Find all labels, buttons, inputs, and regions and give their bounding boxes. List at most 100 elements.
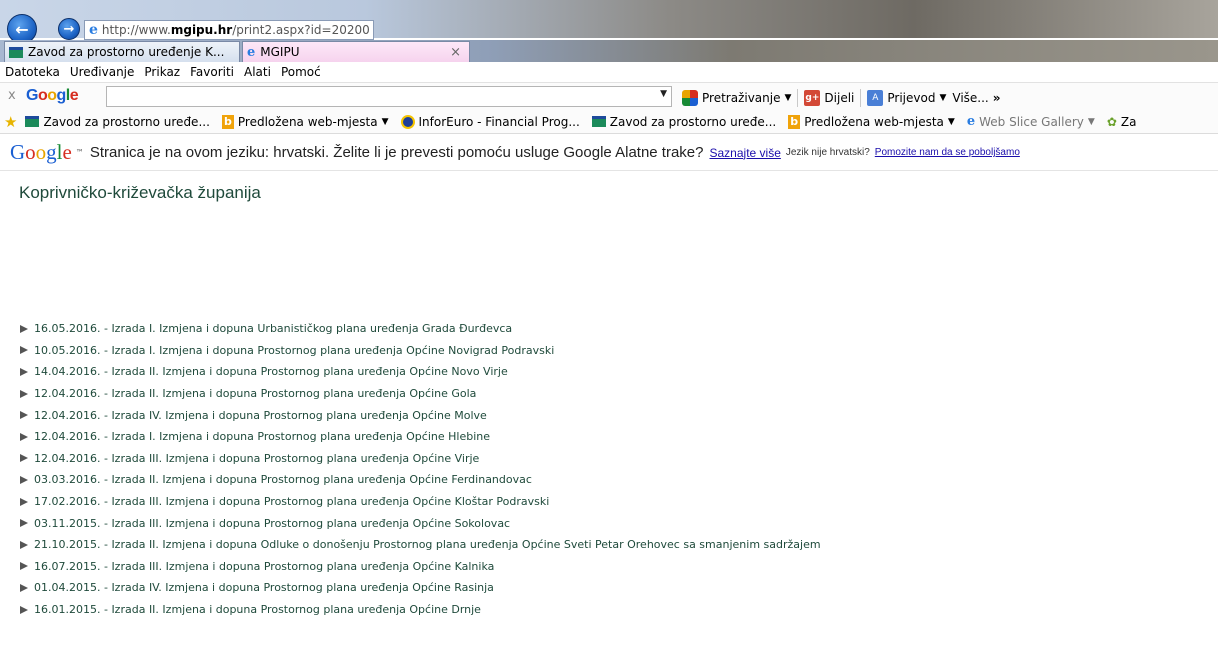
list-item-link[interactable]: 14.04.2016. - Izrada II. Izmjena i dopun…: [34, 365, 508, 378]
addon-icon: ✿: [1106, 114, 1117, 129]
site-favicon-icon: [9, 46, 23, 58]
url-prefix: http://www.: [101, 23, 171, 37]
list-item-link[interactable]: 03.11.2015. - Izrada III. Izmjena i dopu…: [34, 517, 510, 530]
chevron-down-icon[interactable]: ▼: [948, 117, 955, 127]
not-language-text: Jezik nije hrvatski?: [785, 147, 870, 158]
euro-flag-icon: [400, 114, 415, 129]
google-logo: Google: [26, 87, 79, 105]
list-item-link[interactable]: 12.04.2016. - Izrada III. Izmjena i dopu…: [34, 452, 479, 465]
favorites-star-icon[interactable]: ★: [4, 113, 17, 131]
arrow-bullet-icon: [20, 432, 28, 441]
trademark: ™: [75, 148, 84, 157]
arrow-bullet-icon: [20, 605, 28, 614]
list-item-link[interactable]: 21.10.2015. - Izrada II. Izmjena i dopun…: [34, 538, 821, 551]
list-item[interactable]: 14.04.2016. - Izrada II. Izmjena i dopun…: [20, 361, 821, 383]
logo-letter: G: [26, 87, 38, 104]
logo-letter: G: [10, 140, 26, 164]
menu-alati[interactable]: Alati: [244, 65, 271, 79]
share-button[interactable]: Dijeli: [824, 91, 854, 105]
overflow-chevron-icon[interactable]: »: [993, 91, 1001, 105]
list-item[interactable]: 12.04.2016. - Izrada I. Izmjena i dopuna…: [20, 426, 821, 448]
list-item-link[interactable]: 16.05.2016. - Izrada I. Izmjena i dopuna…: [34, 322, 512, 335]
logo-letter: o: [35, 140, 47, 164]
favorite-item[interactable]: Zavod za prostorno uređe...: [591, 115, 776, 129]
site-favicon-icon: [25, 116, 40, 127]
translate-message: Stranica je na ovom jeziku: hrvatski. Že…: [89, 144, 704, 161]
list-item[interactable]: 12.04.2016. - Izrada IV. Izmjena i dopun…: [20, 404, 821, 426]
more-button[interactable]: Više...: [952, 91, 988, 105]
favorite-label: Predložena web-mjesta: [237, 114, 378, 129]
list-item-link[interactable]: 03.03.2016. - Izrada II. Izmjena i dopun…: [34, 473, 532, 486]
menu-bar: Datoteka Uređivanje Prikaz Favoriti Alat…: [0, 62, 1218, 82]
list-item[interactable]: 17.02.2016. - Izrada III. Izmjena i dopu…: [20, 491, 821, 513]
favorite-item[interactable]: InforEuro - Financial Prog...: [400, 114, 580, 129]
list-item[interactable]: 12.04.2016. - Izrada II. Izmjena i dopun…: [20, 383, 821, 405]
favorite-item[interactable]: Zavod za prostorno uređe...: [25, 115, 210, 129]
menu-prikaz[interactable]: Prikaz: [144, 65, 180, 79]
list-item[interactable]: 16.01.2015. - Izrada II. Izmjena i dopun…: [20, 599, 821, 621]
logo-letter: g: [46, 140, 57, 164]
translate-icon: A: [867, 90, 884, 106]
list-item[interactable]: 16.05.2016. - Izrada I. Izmjena i dopuna…: [20, 318, 821, 340]
google-tools: Pretraživanje ▼ g+ Dijeli A Prijevod ▼ V…: [682, 89, 1001, 107]
arrow-bullet-icon: [20, 497, 28, 506]
search-button[interactable]: Pretraživanje: [702, 91, 780, 105]
list-item-link[interactable]: 12.04.2016. - Izrada IV. Izmjena i dopun…: [34, 409, 487, 422]
favorite-item[interactable]: b Predložena web-mjesta ▼: [221, 114, 389, 129]
google-search-input[interactable]: ▼: [106, 86, 672, 107]
bing-icon: b: [788, 114, 801, 129]
chevron-down-icon[interactable]: ▼: [1088, 117, 1095, 127]
list-item-link[interactable]: 16.07.2015. - Izrada III. Izmjena i dopu…: [34, 560, 494, 573]
list-item-link[interactable]: 10.05.2016. - Izrada I. Izmjena i dopuna…: [34, 344, 554, 357]
tab-mgipu[interactable]: e MGIPU ×: [242, 41, 470, 62]
search-dropdown-icon[interactable]: ▼: [660, 89, 667, 99]
list-item-link[interactable]: 12.04.2016. - Izrada I. Izmjena i dopuna…: [34, 430, 490, 443]
help-improve-link[interactable]: Pomozite nam da se poboljšamo: [875, 147, 1020, 158]
toolbar-close-button[interactable]: x: [8, 88, 16, 103]
list-item[interactable]: 03.03.2016. - Izrada II. Izmjena i dopun…: [20, 469, 821, 491]
arrow-bullet-icon: [20, 324, 28, 333]
forward-button[interactable]: →: [58, 18, 80, 40]
list-item[interactable]: 16.07.2015. - Izrada III. Izmjena i dopu…: [20, 556, 821, 578]
separator: [860, 89, 862, 107]
list-item[interactable]: 21.10.2015. - Izrada II. Izmjena i dopun…: [20, 534, 821, 556]
favorite-label: Predložena web-mjesta: [804, 114, 944, 129]
favorite-item[interactable]: e Web Slice Gallery ▼: [967, 114, 1095, 129]
list-item[interactable]: 10.05.2016. - Izrada I. Izmjena i dopuna…: [20, 340, 821, 362]
arrow-bullet-icon: [20, 562, 28, 571]
list-item-link[interactable]: 16.01.2015. - Izrada II. Izmjena i dopun…: [34, 603, 481, 616]
menu-uredivanje[interactable]: Uređivanje: [70, 65, 135, 79]
bing-icon: b: [221, 114, 234, 129]
ie-page-icon: e: [89, 22, 98, 38]
list-item[interactable]: 12.04.2016. - Izrada III. Izmjena i dopu…: [20, 448, 821, 470]
learn-more-link[interactable]: Saznajte više: [710, 146, 781, 160]
favorite-item[interactable]: b Predložena web-mjesta ▼: [788, 114, 955, 129]
tab-close-icon[interactable]: ×: [450, 45, 461, 60]
favorites-bar: ★ Zavod za prostorno uređe... b Predložen…: [0, 110, 1218, 134]
list-item[interactable]: 01.04.2015. - Izrada IV. Izmjena i dopun…: [20, 577, 821, 599]
list-item[interactable]: 03.11.2015. - Izrada III. Izmjena i dopu…: [20, 512, 821, 534]
chevron-down-icon[interactable]: ▼: [382, 117, 389, 127]
translate-button[interactable]: Prijevod: [887, 91, 935, 105]
logo-letter: e: [62, 140, 72, 164]
menu-favoriti[interactable]: Favoriti: [190, 65, 234, 79]
forward-arrow-icon: →: [63, 21, 75, 37]
logo-letter: o: [25, 140, 36, 164]
list-item-link[interactable]: 01.04.2015. - Izrada IV. Izmjena i dopun…: [34, 581, 494, 594]
logo-letter: o: [37, 87, 48, 104]
url-path: /print2.aspx?id=20200: [232, 23, 370, 37]
chevron-down-icon[interactable]: ▼: [784, 93, 791, 103]
list-item-link[interactable]: 17.02.2016. - Izrada III. Izmjena i dopu…: [34, 495, 549, 508]
google-search-icon: [682, 90, 698, 106]
list-item-link[interactable]: 12.04.2016. - Izrada II. Izmjena i dopun…: [34, 387, 476, 400]
chevron-down-icon[interactable]: ▼: [939, 93, 946, 103]
favorite-item[interactable]: ✿ Za: [1107, 115, 1137, 129]
logo-letter: e: [69, 87, 79, 104]
arrow-bullet-icon: [20, 389, 28, 398]
menu-datoteka[interactable]: Datoteka: [5, 65, 60, 79]
address-bar[interactable]: e http://www.mgipu.hr/print2.aspx?id=202…: [84, 20, 374, 40]
tab-zavod[interactable]: Zavod za prostorno uređenje K...: [4, 41, 240, 62]
arrow-bullet-icon: [20, 583, 28, 592]
menu-pomoc[interactable]: Pomoć: [281, 65, 321, 79]
separator: [797, 89, 799, 107]
